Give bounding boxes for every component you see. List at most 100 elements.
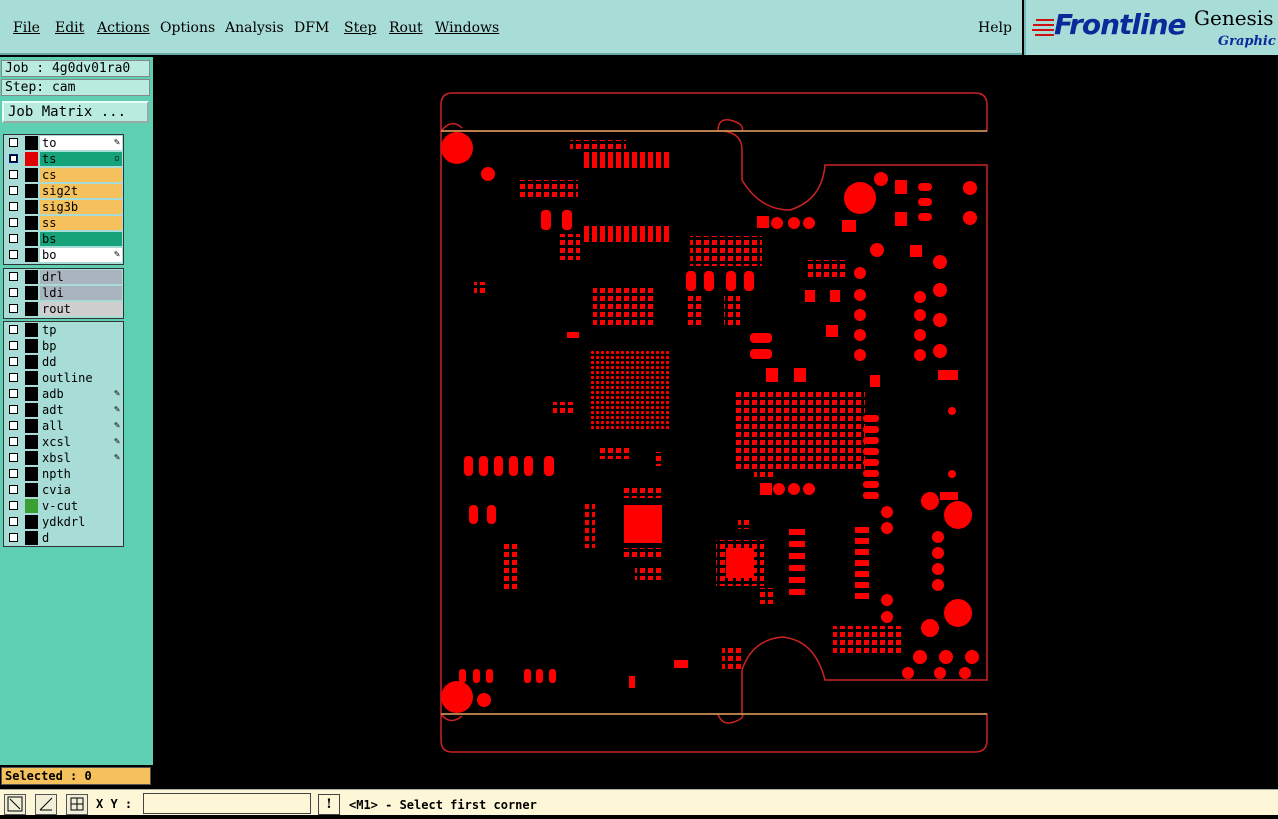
- layer-checkbox[interactable]: [9, 325, 18, 334]
- layer-color-swatch[interactable]: [25, 168, 38, 182]
- layer-checkbox[interactable]: [9, 154, 18, 163]
- layer-name[interactable]: ss: [40, 216, 122, 230]
- layer-color-swatch[interactable]: [25, 371, 38, 385]
- layer-row-tp[interactable]: tp: [4, 322, 123, 338]
- layer-color-swatch[interactable]: [25, 136, 38, 150]
- layer-checkbox[interactable]: [9, 138, 18, 147]
- layer-row-v-cut[interactable]: v-cut: [4, 498, 123, 514]
- graphic-canvas[interactable]: [153, 57, 1278, 789]
- layer-name[interactable]: npth: [40, 467, 122, 481]
- layer-name[interactable]: drl: [40, 270, 122, 284]
- layer-checkbox[interactable]: [9, 517, 18, 526]
- layer-color-swatch[interactable]: [25, 451, 38, 465]
- layer-checkbox[interactable]: [9, 272, 18, 281]
- layer-row-drl[interactable]: drl: [4, 269, 123, 285]
- layer-row-dd[interactable]: dd: [4, 354, 123, 370]
- layer-row-bo[interactable]: bo ✎: [4, 247, 123, 263]
- layer-color-swatch[interactable]: [25, 531, 38, 545]
- layer-row-bs[interactable]: bs: [4, 231, 123, 247]
- layer-checkbox[interactable]: [9, 389, 18, 398]
- layer-color-swatch[interactable]: [25, 270, 38, 284]
- menu-file[interactable]: File: [13, 20, 40, 36]
- layer-name[interactable]: all ✎: [40, 419, 122, 433]
- layer-row-all[interactable]: all ✎: [4, 418, 123, 434]
- layer-row-adt[interactable]: adt ✎: [4, 402, 123, 418]
- layer-row-xbsl[interactable]: xbsl ✎: [4, 450, 123, 466]
- layer-row-outline[interactable]: outline: [4, 370, 123, 386]
- menu-windows[interactable]: Windows: [435, 20, 499, 36]
- layer-checkbox[interactable]: [9, 533, 18, 542]
- layer-checkbox[interactable]: [9, 250, 18, 259]
- layer-name[interactable]: v-cut: [40, 499, 122, 513]
- menu-step[interactable]: Step: [344, 20, 376, 36]
- job-matrix-button[interactable]: Job Matrix ...: [2, 101, 149, 123]
- layer-color-swatch[interactable]: [25, 355, 38, 369]
- layer-color-swatch[interactable]: [25, 152, 38, 166]
- layer-row-npth[interactable]: npth: [4, 466, 123, 482]
- layer-name[interactable]: outline: [40, 371, 122, 385]
- layer-name[interactable]: cs: [40, 168, 122, 182]
- layer-row-ldi[interactable]: ldi: [4, 285, 123, 301]
- layer-checkbox[interactable]: [9, 437, 18, 446]
- layer-row-bp[interactable]: bp: [4, 338, 123, 354]
- layer-name[interactable]: rout: [40, 302, 122, 316]
- layer-name[interactable]: tp: [40, 323, 122, 337]
- menu-dfm[interactable]: DFM: [294, 20, 329, 36]
- layer-color-swatch[interactable]: [25, 467, 38, 481]
- layer-name[interactable]: d: [40, 531, 122, 545]
- layer-color-swatch[interactable]: [25, 339, 38, 353]
- layer-checkbox[interactable]: [9, 469, 18, 478]
- layer-color-swatch[interactable]: [25, 499, 38, 513]
- layer-color-swatch[interactable]: [25, 286, 38, 300]
- zoom-box-icon[interactable]: [4, 794, 26, 815]
- layer-row-rout[interactable]: rout: [4, 301, 123, 317]
- alert-button[interactable]: !: [318, 794, 340, 815]
- layer-row-d[interactable]: d: [4, 530, 123, 546]
- layer-checkbox[interactable]: [9, 202, 18, 211]
- layer-name[interactable]: sig3b: [40, 200, 122, 214]
- layer-checkbox[interactable]: [9, 341, 18, 350]
- layer-checkbox[interactable]: [9, 304, 18, 313]
- layer-name[interactable]: bo ✎: [40, 248, 122, 262]
- layer-checkbox[interactable]: [9, 357, 18, 366]
- layer-color-swatch[interactable]: [25, 200, 38, 214]
- layer-row-xcsl[interactable]: xcsl ✎: [4, 434, 123, 450]
- layer-checkbox[interactable]: [9, 288, 18, 297]
- layer-checkbox[interactable]: [9, 373, 18, 382]
- layer-color-swatch[interactable]: [25, 483, 38, 497]
- layer-row-cs[interactable]: cs: [4, 167, 123, 183]
- layer-color-swatch[interactable]: [25, 184, 38, 198]
- layer-name[interactable]: ldi: [40, 286, 122, 300]
- layer-row-ss[interactable]: ss: [4, 215, 123, 231]
- layer-name[interactable]: bp: [40, 339, 122, 353]
- layer-checkbox[interactable]: [9, 485, 18, 494]
- layer-name[interactable]: sig2t: [40, 184, 122, 198]
- layer-checkbox[interactable]: [9, 453, 18, 462]
- layer-row-ydkdrl[interactable]: ydkdrl: [4, 514, 123, 530]
- layer-row-ts[interactable]: ts ▫: [4, 151, 123, 167]
- layer-name[interactable]: xcsl ✎: [40, 435, 122, 449]
- layer-name[interactable]: ydkdrl: [40, 515, 122, 529]
- layer-row-to[interactable]: to ✎: [4, 135, 123, 151]
- layer-row-sig3b[interactable]: sig3b: [4, 199, 123, 215]
- layer-row-adb[interactable]: adb ✎: [4, 386, 123, 402]
- menu-options[interactable]: Options: [160, 20, 215, 36]
- layer-color-swatch[interactable]: [25, 248, 38, 262]
- layer-color-swatch[interactable]: [25, 302, 38, 316]
- layer-name[interactable]: xbsl ✎: [40, 451, 122, 465]
- layer-name[interactable]: adt ✎: [40, 403, 122, 417]
- menu-actions[interactable]: Actions: [97, 20, 150, 36]
- layer-name[interactable]: to ✎: [40, 136, 122, 150]
- layer-checkbox[interactable]: [9, 170, 18, 179]
- layer-name[interactable]: cvia: [40, 483, 122, 497]
- layer-color-swatch[interactable]: [25, 323, 38, 337]
- layer-name[interactable]: adb ✎: [40, 387, 122, 401]
- menu-analysis[interactable]: Analysis: [225, 20, 284, 36]
- layer-color-swatch[interactable]: [25, 232, 38, 246]
- menu-help[interactable]: Help: [978, 20, 1012, 36]
- layer-name[interactable]: ts ▫: [40, 152, 122, 166]
- grid-snap-icon[interactable]: [66, 794, 88, 815]
- layer-checkbox[interactable]: [9, 218, 18, 227]
- layer-color-swatch[interactable]: [25, 419, 38, 433]
- layer-checkbox[interactable]: [9, 186, 18, 195]
